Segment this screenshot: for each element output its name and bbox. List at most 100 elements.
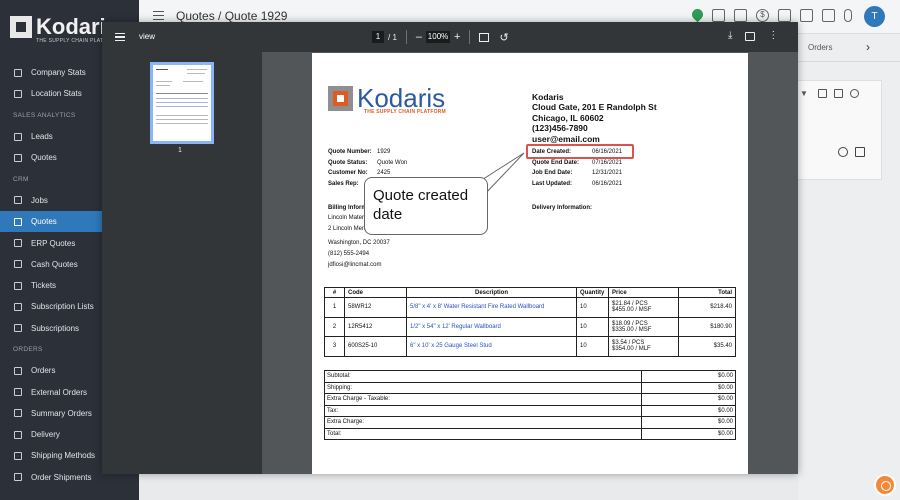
truck-icon[interactable]	[712, 9, 725, 22]
chevron-down-icon[interactable]: ▼	[800, 89, 808, 98]
menu-item-icon	[14, 239, 22, 248]
totals-value: $0.00	[641, 393, 736, 406]
item-code: 58WR12	[344, 297, 407, 318]
delivery-info-label: Delivery Information:	[532, 205, 593, 211]
info-label: Last Updated:	[532, 180, 573, 187]
paperclip-icon[interactable]	[844, 9, 852, 22]
columns-icon[interactable]	[834, 89, 843, 98]
billing-line: Washington, DC 20037	[328, 239, 390, 246]
table-row: 2 12R5412 1/2" x 54" x 12' Regular Wallboa…	[324, 316, 736, 337]
item-total: $218.40	[678, 297, 736, 318]
menu-item-icon	[14, 324, 22, 333]
totals-label: Extra Charge - Taxable:	[323, 393, 643, 406]
menu-item-icon	[14, 260, 22, 269]
kodaris-logo-icon	[328, 85, 353, 111]
item-number: 2	[324, 316, 345, 337]
item-price: $21.84 / PCS $455.00 / MSF	[608, 297, 679, 318]
col-total: Total	[678, 287, 736, 298]
location-icon[interactable]	[689, 6, 706, 23]
calendar-icon[interactable]	[734, 9, 747, 22]
info-value: 07/16/2021	[592, 159, 623, 166]
totals-label: Total:	[323, 427, 643, 440]
col-price: Price	[608, 287, 679, 298]
item-price-line: $354.00 / MLF	[612, 346, 651, 353]
info-label: Quote Status:	[328, 159, 368, 166]
download-icon[interactable]	[818, 89, 827, 98]
item-number: 1	[324, 297, 345, 318]
item-code: 600S25-10	[344, 336, 407, 357]
company-address-line1: Cloud Gate, 201 E Randolph St	[532, 102, 657, 113]
date-created-highlight	[526, 144, 634, 159]
item-description[interactable]: 6" x 10' x 25 Gauge Steel Stud	[406, 336, 577, 357]
support-chat-button[interactable]	[874, 474, 896, 496]
fit-to-page-icon[interactable]	[479, 32, 490, 42]
chat-icon[interactable]	[800, 9, 813, 22]
document-icon[interactable]	[822, 9, 835, 22]
zoom-out-button[interactable]: –	[416, 31, 422, 43]
info-value: 06/16/2021	[592, 180, 623, 187]
print-icon[interactable]	[745, 32, 756, 41]
page-controls: 1 / 1 – 100% + ↺	[372, 30, 509, 44]
thumbnail-page-number: 1	[178, 147, 182, 154]
sidebar-item-label: Subscription Lists	[31, 302, 94, 312]
totals-value: $0.00	[641, 404, 736, 417]
thumbnail-pane: 1	[102, 52, 262, 474]
menu-item-icon	[14, 451, 22, 460]
eye-icon[interactable]	[838, 147, 848, 157]
info-row: Quote Number: 1929	[328, 147, 407, 158]
zoom-in-button[interactable]: +	[454, 31, 460, 43]
col-code: Code	[344, 287, 407, 298]
totals-label: Subtotal:	[323, 370, 643, 383]
info-value: 12/31/2021	[592, 170, 623, 177]
totals-row: Shipping: $0.00	[323, 381, 736, 394]
row-download-icon[interactable]	[855, 147, 865, 157]
item-code: 12R5412	[344, 316, 407, 337]
toolbar-divider	[405, 30, 407, 44]
item-price-line: $335.00 / MSF	[612, 326, 652, 333]
hamburger-menu-icon[interactable]	[153, 11, 164, 20]
company-address-line2: Chicago, IL 60602	[532, 112, 604, 123]
viewer-menu-icon[interactable]	[115, 33, 125, 41]
dollar-icon[interactable]: $	[756, 9, 769, 22]
rotate-icon[interactable]: ↺	[499, 31, 508, 44]
background-content: Orders › ▼	[798, 34, 900, 500]
item-description[interactable]: 5/8" x 4' x 8' Water Resistant Fire Rate…	[406, 297, 577, 318]
totals-row: Extra Charge: $0.00	[323, 416, 736, 429]
sidebar-item-label: Company Stats	[31, 68, 86, 78]
menu-item-icon	[14, 68, 22, 77]
item-description[interactable]: 1/2" x 54" x 12' Regular Wallboard	[406, 316, 577, 337]
grid-tools	[818, 89, 859, 98]
topbar-actions: $	[689, 6, 852, 23]
page-title: Quotes / Quote 1929	[176, 9, 288, 23]
avatar[interactable]: T	[864, 6, 885, 27]
mail-icon[interactable]	[778, 9, 791, 22]
sidebar-item-label: Cash Quotes	[31, 259, 78, 269]
info-row: Job End Date: 12/31/2021	[532, 168, 622, 179]
page-thumbnail[interactable]	[150, 62, 214, 144]
download-icon[interactable]: ⤓	[728, 30, 732, 41]
sidebar-item-label: Orders	[31, 366, 56, 376]
totals-row: Tax: $0.00	[323, 404, 736, 417]
item-total: $180.90	[678, 316, 736, 337]
table-header-row: # Code Description Quantity Price Total	[324, 287, 736, 298]
tab-bar: Orders ›	[798, 34, 900, 62]
info-row: Quote End Date: 07/16/2021	[532, 158, 622, 169]
totals-value: $0.00	[641, 416, 736, 429]
totals-row: Total: $0.00	[323, 427, 736, 440]
pdf-viewer: view 1 / 1 – 100% + ↺ ⤓ ⋮ 1 Kodaris THE …	[102, 22, 798, 474]
zoom-level-input[interactable]: 100%	[426, 31, 451, 43]
info-row: Quote Status: Quote Won	[328, 158, 407, 169]
more-vert-icon[interactable]: ⋮	[768, 30, 778, 41]
info-value: 1929	[377, 149, 391, 155]
sidebar-item-label: ERP Quotes	[31, 238, 76, 248]
refresh-icon[interactable]	[850, 89, 859, 98]
col-quantity: Quantity	[576, 287, 609, 298]
sidebar-item-label: Quotes	[31, 153, 57, 163]
sidebar-item-label: Jobs	[31, 195, 48, 205]
tab-scroll-right-icon[interactable]: ›	[866, 40, 870, 54]
document-logo: Kodaris	[328, 85, 445, 111]
menu-item-icon	[14, 388, 22, 397]
page-number-input[interactable]: 1	[372, 31, 384, 43]
tab-orders[interactable]: Orders	[808, 43, 832, 52]
menu-item-icon	[14, 132, 22, 141]
